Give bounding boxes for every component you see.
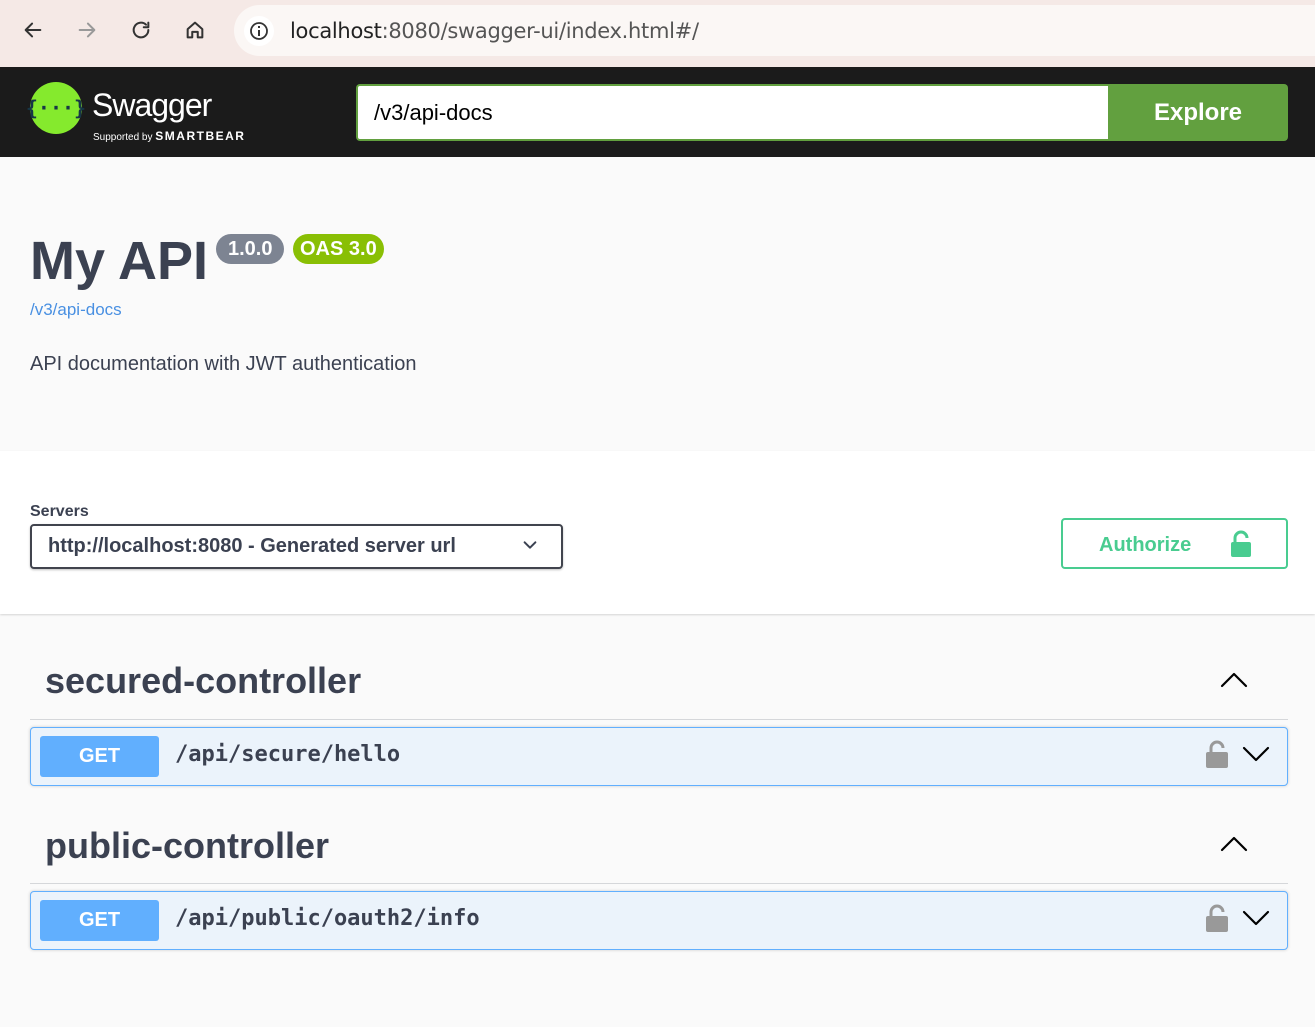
logo-subtitle: Supported by SMARTBEAR [93, 129, 245, 143]
unlock-icon[interactable] [1204, 903, 1230, 933]
chevron-down-icon[interactable] [1240, 738, 1272, 770]
schemes-container: Servers http://localhost:8080 - Generate… [0, 451, 1315, 614]
method-badge: GET [40, 900, 159, 941]
swagger-topbar: {···} Swagger Supported by SMARTBEAR /v3… [0, 67, 1315, 157]
url-text[interactable]: localhost:8080/swagger-ui/index.html#/ [290, 19, 699, 43]
servers-label: Servers [30, 503, 89, 520]
method-badge: GET [40, 736, 159, 777]
reload-icon[interactable] [125, 14, 157, 46]
operation-path: /api/public/oauth2/info [175, 906, 480, 931]
authorize-label: Authorize [1099, 534, 1192, 556]
address-bar[interactable]: localhost:8080/swagger-ui/index.html#/ [234, 5, 1315, 56]
url-host: localhost [290, 19, 382, 43]
operation-get-public-oauth2-info[interactable]: GET /api/public/oauth2/info [30, 891, 1288, 950]
operation-get-secure-hello[interactable]: GET /api/secure/hello [30, 727, 1288, 786]
url-path: :8080/swagger-ui/index.html#/ [381, 19, 699, 43]
browser-toolbar: localhost:8080/swagger-ui/index.html#/ [0, 0, 1315, 67]
chevron-down-icon[interactable] [1240, 902, 1272, 934]
chevron-down-icon [523, 541, 537, 549]
server-selected-value: http://localhost:8080 - Generated server… [48, 535, 456, 557]
api-description: API documentation with JWT authenticatio… [30, 353, 417, 375]
swagger-logo-icon: {···} [26, 82, 86, 134]
api-title: My API [30, 231, 209, 291]
unlock-icon [1231, 530, 1251, 557]
spec-url-input[interactable]: /v3/api-docs [356, 84, 1108, 141]
logo-title: Swagger [92, 87, 212, 123]
version-badge: 1.0.0 [216, 234, 285, 264]
tag-divider [30, 719, 1288, 720]
tag-title-public-controller[interactable]: public-controller [45, 825, 329, 867]
forward-icon[interactable] [71, 14, 103, 46]
operation-path: /api/secure/hello [175, 742, 401, 767]
chevron-up-icon[interactable] [1218, 828, 1250, 860]
spec-link[interactable]: /v3/api-docs [30, 300, 122, 320]
tag-title-secured-controller[interactable]: secured-controller [45, 660, 361, 702]
logo-sub-prefix: Supported by [93, 132, 153, 143]
back-icon[interactable] [17, 14, 49, 46]
tag-divider [30, 883, 1288, 884]
server-select[interactable]: http://localhost:8080 - Generated server… [30, 524, 563, 569]
chevron-up-icon[interactable] [1218, 664, 1250, 696]
home-icon[interactable] [179, 14, 211, 46]
unlock-icon[interactable] [1204, 739, 1230, 769]
logo-sub-brand: SMARTBEAR [155, 129, 246, 143]
site-info-icon[interactable] [244, 16, 274, 46]
oas-badge: OAS 3.0 [293, 234, 384, 264]
explore-button[interactable]: Explore [1108, 84, 1288, 141]
authorize-button[interactable]: Authorize [1061, 518, 1288, 569]
